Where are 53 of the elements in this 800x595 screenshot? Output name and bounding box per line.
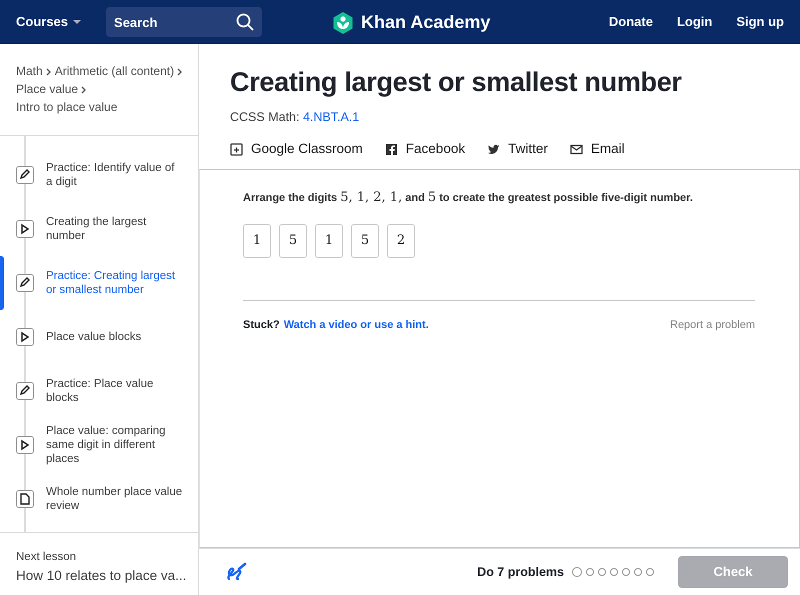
chevron-icon [46,68,52,76]
digit-tile[interactable]: 1 [243,224,271,258]
pencil-icon [16,166,34,184]
logo-icon[interactable] [333,12,353,34]
lesson-link[interactable]: Practice: Creating largest or smallest number [46,269,184,297]
report-link[interactable]: Report a problem [670,316,755,334]
pencil-icon [16,382,34,400]
standard-link[interactable]: 4.NBT.A.1 [302,110,360,124]
pencil-icon [16,274,34,292]
breadcrumb-link[interactable]: Math [16,64,43,78]
share-link[interactable]: Google Classroom [230,139,363,160]
breadcrumb-link[interactable]: Arithmetic (all content) [54,64,174,78]
caret-icon [72,19,82,25]
play-icon [16,220,34,238]
classroom-icon [230,142,243,156]
share-link[interactable]: Email [570,139,625,160]
play-icon [16,436,34,454]
search-icon[interactable] [236,13,254,31]
chevron-icon [81,86,88,94]
digit-tile[interactable]: 1 [315,224,343,258]
goal-text: Do 7 problems [477,564,564,581]
problem-text: Arrange the digits 5, 1, 2, 1, and 5 to create the greatest possible five-digit number. [243,189,694,208]
chevron-icon [177,68,184,76]
breadcrumb-link[interactable]: Intro to place value [16,100,118,114]
nav-link[interactable]: Sign up [736,12,784,32]
digit-tile[interactable]: 5 [279,224,307,258]
scratchpad-icon[interactable] [225,561,247,583]
courses-menu[interactable]: Courses [16,12,82,32]
page-title: Creating largest or smallest number [230,66,683,98]
lesson-link[interactable]: Place value blocks [46,330,142,344]
stuck-label: Stuck? [243,318,280,333]
search-field[interactable]: Search [106,7,262,37]
breadcrumb-link[interactable]: Place value [16,82,78,96]
envelope-icon [570,142,583,156]
share-link[interactable]: Twitter [487,139,548,160]
lesson-link[interactable]: Place value: comparing same digit in different places [46,424,184,466]
bird-icon [487,142,500,156]
next-lesson-label: Next lesson [16,550,78,565]
hint-link[interactable]: Watch a video or use a hint. [284,316,429,334]
share-link[interactable]: Facebook [384,139,466,160]
lesson-link[interactable]: Practice: Place value blocks [46,377,184,405]
page-icon [16,490,34,508]
standard-label: CCSS Math: [230,110,300,124]
lesson-link[interactable]: Practice: Identify value of a digit [46,161,184,189]
digit-tile[interactable]: 5 [351,224,379,258]
nav-link[interactable]: Login [676,12,712,32]
logo-text[interactable]: Khan Academy [361,9,490,36]
lesson-link[interactable]: Whole number place value review [46,485,184,513]
digit-tile[interactable]: 2 [387,224,415,258]
facebook-icon [384,142,398,156]
play-icon [16,328,34,346]
nav-link[interactable]: Donate [608,12,653,32]
lesson-link[interactable]: Creating the largest number [46,215,184,243]
